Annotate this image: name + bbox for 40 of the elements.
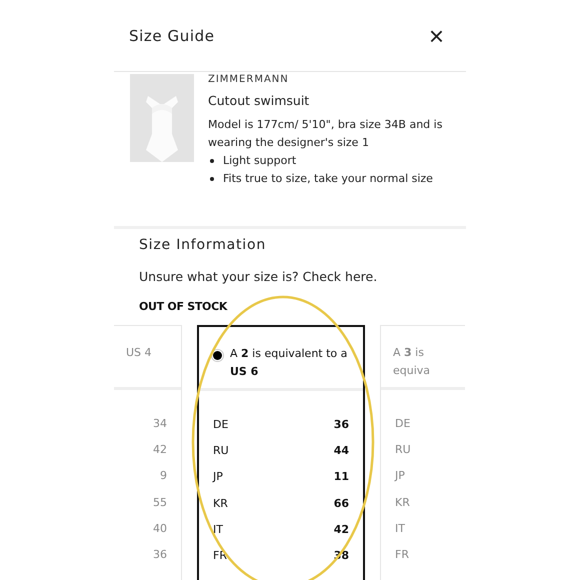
size-value: 34: [153, 416, 167, 430]
country-label: RU: [395, 442, 411, 456]
country-label: RU: [213, 444, 229, 457]
feature-text: Fits true to size, take your normal size: [223, 171, 433, 187]
size-equivalence: A 2 is equivalent to a US 6: [230, 346, 348, 380]
feature-text: Light support: [223, 153, 296, 169]
country-label: DE: [395, 416, 410, 430]
size-value: 36: [334, 418, 349, 431]
country-label: KR: [395, 496, 410, 509]
country-label: JP: [395, 469, 405, 482]
size-value: 42: [334, 522, 349, 536]
country-label: IT: [213, 522, 223, 536]
dialog-title: Size Guide: [129, 26, 215, 44]
size-card[interactable]: US 4 34 42 9 55 40 36: [114, 325, 182, 580]
size-value: 44: [334, 444, 349, 457]
size-value: 55: [153, 496, 167, 509]
country-label: KR: [213, 496, 228, 510]
size-value: 36: [153, 548, 167, 562]
country-label: IT: [395, 522, 405, 535]
country-label: JP: [213, 470, 223, 484]
size-equivalence: US 4: [126, 345, 152, 361]
size-value: 66: [334, 496, 349, 510]
bullet-icon: [210, 159, 214, 163]
bullet-icon: [210, 177, 214, 181]
size-value: 42: [153, 442, 167, 456]
product-name: Cutout swimsuit: [208, 93, 310, 108]
size-equivalence: A 3 is equiva: [393, 345, 432, 379]
section-title: Size Information: [139, 237, 268, 253]
radio-button[interactable]: [211, 349, 224, 362]
brand-name: ZIMMERMANN: [208, 74, 290, 85]
size-card[interactable]: A 3 is equiva DE RU JP KR IT FR: [380, 325, 465, 580]
size-value: 40: [153, 522, 167, 535]
close-button[interactable]: ×: [428, 22, 444, 48]
country-label: FR: [395, 548, 409, 562]
country-label: DE: [213, 418, 228, 431]
model-description: Model is 177cm/ 5'10", bra size 34B and is wearing the designer's size 1: [208, 117, 444, 151]
size-value: 11: [334, 470, 349, 484]
size-help-link[interactable]: Unsure what your size is? Check here.: [139, 269, 466, 284]
size-value: 9: [160, 469, 167, 482]
stock-status: OUT OF STOCK: [139, 300, 228, 313]
